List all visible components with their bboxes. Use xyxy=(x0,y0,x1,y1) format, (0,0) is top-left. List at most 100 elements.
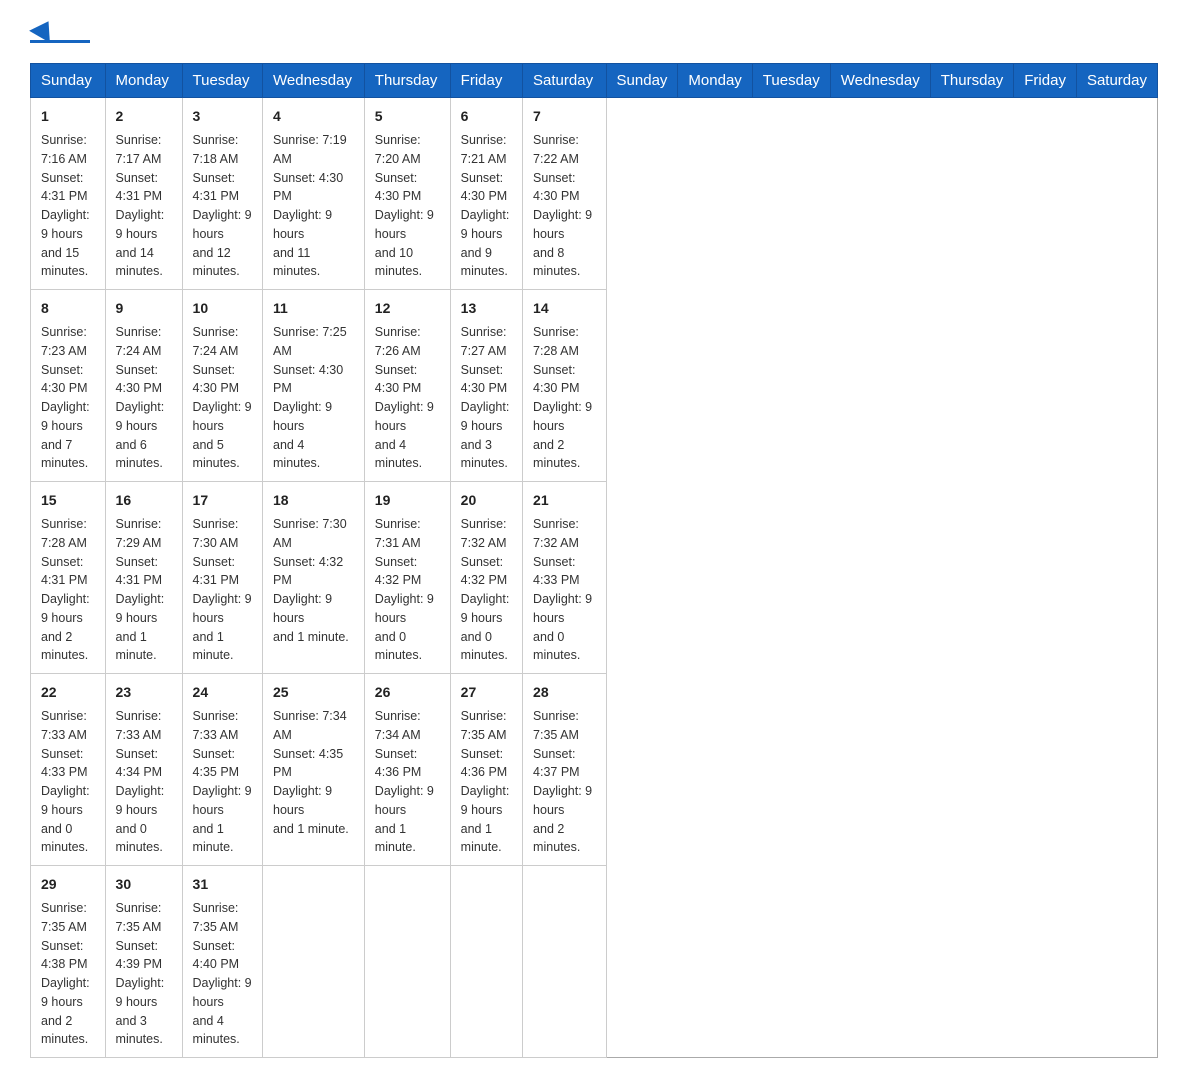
day-info: Sunrise: 7:27 AMSunset: 4:30 PMDaylight:… xyxy=(461,323,512,473)
day-number: 11 xyxy=(273,298,354,319)
day-number: 8 xyxy=(41,298,95,319)
day-info: Sunrise: 7:20 AMSunset: 4:30 PMDaylight:… xyxy=(375,131,440,281)
calendar-cell: 21 Sunrise: 7:32 AMSunset: 4:33 PMDayligh… xyxy=(523,482,607,674)
calendar-cell: 25 Sunrise: 7:34 AMSunset: 4:35 PMDayligh… xyxy=(263,674,365,866)
day-number: 24 xyxy=(193,682,252,703)
calendar-cell: 23 Sunrise: 7:33 AMSunset: 4:34 PMDayligh… xyxy=(105,674,182,866)
logo xyxy=(30,20,90,43)
calendar-cell: 12Sunrise: 7:26 AMSunset: 4:30 PMDayligh… xyxy=(364,290,450,482)
day-number: 30 xyxy=(116,874,172,895)
day-header-tuesday: Tuesday xyxy=(752,64,830,98)
day-number: 7 xyxy=(533,106,596,127)
day-header-sunday: Sunday xyxy=(31,64,106,98)
day-number: 16 xyxy=(116,490,172,511)
calendar-cell: 15 Sunrise: 7:28 AMSunset: 4:31 PMDayligh… xyxy=(31,482,106,674)
day-info: Sunrise: 7:22 AMSunset: 4:30 PMDaylight:… xyxy=(533,131,596,281)
calendar-table: SundayMondayTuesdayWednesdayThursdayFrid… xyxy=(30,63,1158,1058)
day-info: Sunrise: 7:16 AMSunset: 4:31 PMDaylight:… xyxy=(41,131,95,281)
calendar-cell: 3 Sunrise: 7:18 AMSunset: 4:31 PMDaylight… xyxy=(182,98,262,290)
calendar-cell: 28Sunrise: 7:35 AMSunset: 4:37 PMDayligh… xyxy=(523,674,607,866)
calendar-week-2: 8 Sunrise: 7:23 AMSunset: 4:30 PMDaylight… xyxy=(31,290,1158,482)
day-header-friday: Friday xyxy=(1014,64,1077,98)
calendar-cell: 7 Sunrise: 7:22 AMSunset: 4:30 PMDaylight… xyxy=(523,98,607,290)
calendar-cell: 9 Sunrise: 7:24 AMSunset: 4:30 PMDaylight… xyxy=(105,290,182,482)
calendar-cell: 1 Sunrise: 7:16 AMSunset: 4:31 PMDaylight… xyxy=(31,98,106,290)
calendar-cell xyxy=(364,866,450,1058)
day-info: Sunrise: 7:28 AMSunset: 4:30 PMDaylight:… xyxy=(533,323,596,473)
day-info: Sunrise: 7:28 AMSunset: 4:31 PMDaylight:… xyxy=(41,515,95,665)
day-number: 19 xyxy=(375,490,440,511)
day-header-saturday: Saturday xyxy=(1076,64,1157,98)
calendar-cell: 13Sunrise: 7:27 AMSunset: 4:30 PMDayligh… xyxy=(450,290,522,482)
calendar-cell xyxy=(450,866,522,1058)
calendar-cell: 18Sunrise: 7:30 AMSunset: 4:32 PMDayligh… xyxy=(263,482,365,674)
day-number: 18 xyxy=(273,490,354,511)
day-number: 4 xyxy=(273,106,354,127)
day-number: 27 xyxy=(461,682,512,703)
day-number: 25 xyxy=(273,682,354,703)
day-header-saturday: Saturday xyxy=(523,64,607,98)
day-header-thursday: Thursday xyxy=(930,64,1014,98)
calendar-cell: 17 Sunrise: 7:30 AMSunset: 4:31 PMDayligh… xyxy=(182,482,262,674)
day-number: 28 xyxy=(533,682,596,703)
calendar-cell: 5 Sunrise: 7:20 AMSunset: 4:30 PMDaylight… xyxy=(364,98,450,290)
day-header-monday: Monday xyxy=(105,64,182,98)
day-info: Sunrise: 7:31 AMSunset: 4:32 PMDaylight:… xyxy=(375,515,440,665)
calendar-cell: 20Sunrise: 7:32 AMSunset: 4:32 PMDayligh… xyxy=(450,482,522,674)
day-number: 15 xyxy=(41,490,95,511)
day-header-wednesday: Wednesday xyxy=(263,64,365,98)
calendar-cell: 10Sunrise: 7:24 AMSunset: 4:30 PMDayligh… xyxy=(182,290,262,482)
calendar-cell: 22Sunrise: 7:33 AMSunset: 4:33 PMDayligh… xyxy=(31,674,106,866)
day-number: 6 xyxy=(461,106,512,127)
calendar-cell: 27Sunrise: 7:35 AMSunset: 4:36 PMDayligh… xyxy=(450,674,522,866)
day-info: Sunrise: 7:29 AMSunset: 4:31 PMDaylight:… xyxy=(116,515,172,665)
logo-triangle-icon xyxy=(29,15,59,43)
day-info: Sunrise: 7:30 AMSunset: 4:31 PMDaylight:… xyxy=(193,515,252,665)
calendar-cell: 30Sunrise: 7:35 AMSunset: 4:39 PMDayligh… xyxy=(105,866,182,1058)
calendar-cell: 2Sunrise: 7:17 AMSunset: 4:31 PMDaylight… xyxy=(105,98,182,290)
day-header-monday: Monday xyxy=(678,64,752,98)
page-header xyxy=(30,20,1158,43)
day-number: 5 xyxy=(375,106,440,127)
days-header-row: SundayMondayTuesdayWednesdayThursdayFrid… xyxy=(31,64,1158,98)
calendar-cell: 11Sunrise: 7:25 AMSunset: 4:30 PMDayligh… xyxy=(263,290,365,482)
day-number: 21 xyxy=(533,490,596,511)
day-info: Sunrise: 7:23 AMSunset: 4:30 PMDaylight:… xyxy=(41,323,95,473)
day-header-thursday: Thursday xyxy=(364,64,450,98)
calendar-week-5: 29 Sunrise: 7:35 AMSunset: 4:38 PMDayligh… xyxy=(31,866,1158,1058)
day-number: 12 xyxy=(375,298,440,319)
day-number: 26 xyxy=(375,682,440,703)
day-info: Sunrise: 7:32 AMSunset: 4:33 PMDaylight:… xyxy=(533,515,596,665)
day-info: Sunrise: 7:21 AMSunset: 4:30 PMDaylight:… xyxy=(461,131,512,281)
day-number: 10 xyxy=(193,298,252,319)
calendar-cell: 8 Sunrise: 7:23 AMSunset: 4:30 PMDaylight… xyxy=(31,290,106,482)
day-info: Sunrise: 7:18 AMSunset: 4:31 PMDaylight:… xyxy=(193,131,252,281)
calendar-week-1: 1 Sunrise: 7:16 AMSunset: 4:31 PMDaylight… xyxy=(31,98,1158,290)
day-number: 2 xyxy=(116,106,172,127)
logo-underline xyxy=(30,40,90,43)
day-header-sunday: Sunday xyxy=(606,64,678,98)
calendar-cell: 6 Sunrise: 7:21 AMSunset: 4:30 PMDaylight… xyxy=(450,98,522,290)
day-info: Sunrise: 7:19 AMSunset: 4:30 PMDaylight:… xyxy=(273,131,354,281)
day-number: 3 xyxy=(193,106,252,127)
day-header-wednesday: Wednesday xyxy=(830,64,930,98)
calendar-cell: 16 Sunrise: 7:29 AMSunset: 4:31 PMDayligh… xyxy=(105,482,182,674)
calendar-cell: 29 Sunrise: 7:35 AMSunset: 4:38 PMDayligh… xyxy=(31,866,106,1058)
day-number: 1 xyxy=(41,106,95,127)
day-number: 29 xyxy=(41,874,95,895)
day-number: 14 xyxy=(533,298,596,319)
day-info: Sunrise: 7:35 AMSunset: 4:38 PMDaylight:… xyxy=(41,899,95,1049)
calendar-week-3: 15 Sunrise: 7:28 AMSunset: 4:31 PMDayligh… xyxy=(31,482,1158,674)
calendar-week-4: 22Sunrise: 7:33 AMSunset: 4:33 PMDayligh… xyxy=(31,674,1158,866)
day-number: 17 xyxy=(193,490,252,511)
day-info: Sunrise: 7:34 AMSunset: 4:35 PMDaylight:… xyxy=(273,707,354,838)
day-info: Sunrise: 7:24 AMSunset: 4:30 PMDaylight:… xyxy=(116,323,172,473)
calendar-cell xyxy=(263,866,365,1058)
day-info: Sunrise: 7:33 AMSunset: 4:33 PMDaylight:… xyxy=(41,707,95,857)
day-info: Sunrise: 7:33 AMSunset: 4:35 PMDaylight:… xyxy=(193,707,252,857)
calendar-cell: 4 Sunrise: 7:19 AMSunset: 4:30 PMDaylight… xyxy=(263,98,365,290)
calendar-cell: 31Sunrise: 7:35 AMSunset: 4:40 PMDayligh… xyxy=(182,866,262,1058)
day-number: 23 xyxy=(116,682,172,703)
day-number: 9 xyxy=(116,298,172,319)
day-info: Sunrise: 7:33 AMSunset: 4:34 PMDaylight:… xyxy=(116,707,172,857)
